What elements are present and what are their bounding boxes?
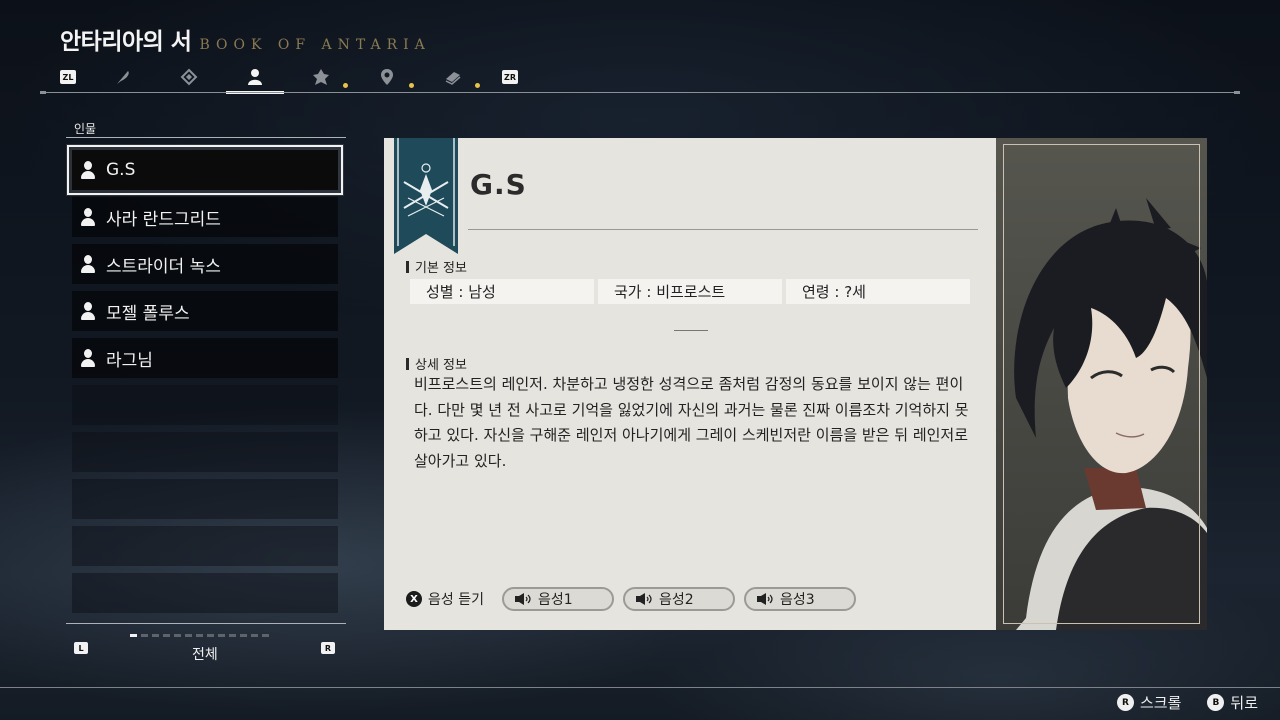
- person-icon: [80, 255, 96, 273]
- zr-button-icon[interactable]: ZR: [502, 70, 518, 84]
- tab-divider: [40, 91, 1240, 94]
- tab-crest[interactable]: [292, 62, 350, 92]
- voice-controls: X 음성 듣기 음성1 음성2 음성3: [406, 587, 859, 611]
- page-dot: [141, 634, 148, 637]
- new-indicator: [409, 83, 414, 88]
- list-item[interactable]: 모젤 폴루스: [72, 291, 338, 331]
- age-field: 연령 : ?세: [786, 279, 970, 304]
- empty-slot: [72, 385, 338, 425]
- section-divider: [674, 330, 708, 331]
- page-dot: [229, 634, 236, 637]
- page-dot: [152, 634, 159, 637]
- emblem-banner: [394, 138, 458, 254]
- nation-field: 국가 : 비프로스트: [598, 279, 782, 304]
- right-stick-icon[interactable]: R: [1116, 694, 1134, 711]
- list-item-label: 사라 란드그리드: [106, 209, 221, 230]
- voice-button-label: 음성3: [779, 592, 815, 608]
- basic-info-row: 성별 : 남성 국가 : 비프로스트 연령 : ?세: [410, 279, 970, 304]
- book-icon: [445, 72, 461, 85]
- button-hints: R 스크롤 B 뒤로: [1116, 692, 1258, 713]
- r-button-icon[interactable]: R: [321, 642, 335, 654]
- detail-info-heading: 상세 정보: [406, 354, 467, 373]
- tab-map[interactable]: [358, 62, 416, 92]
- page-subtitle: BOOK OF ANTARIA: [199, 37, 431, 53]
- crest-icon: [313, 69, 329, 85]
- empty-slot: [72, 526, 338, 566]
- page-dot: [218, 634, 225, 637]
- person-icon: [80, 208, 96, 226]
- scroll-hint: 스크롤: [1139, 694, 1182, 712]
- tab-feather[interactable]: [94, 62, 152, 92]
- page-dot: [251, 634, 258, 637]
- character-description: 비프로스트의 레인저. 차분하고 냉정한 성격으로 좀처럼 감정의 동요를 보이…: [414, 375, 969, 470]
- person-icon: [80, 349, 96, 367]
- character-portrait: [996, 138, 1207, 630]
- empty-slot: [72, 432, 338, 472]
- gender-field: 성별 : 남성: [410, 279, 594, 304]
- page-indicator: [130, 634, 269, 637]
- header-title: 안타리아의 서 BOOK OF ANTARIA: [60, 22, 431, 56]
- list-top-divider: [66, 137, 346, 138]
- list-category-label: 인물: [74, 122, 97, 136]
- page-dot: [207, 634, 214, 637]
- list-item-label: 모젤 폴루스: [106, 303, 190, 324]
- voice-button-2[interactable]: 음성2: [622, 587, 735, 611]
- list-item[interactable]: G.S: [67, 145, 343, 195]
- back-hint[interactable]: 뒤로: [1230, 692, 1258, 713]
- list-item[interactable]: 스트라이더 녹스: [72, 244, 338, 284]
- page-dot: [185, 634, 192, 637]
- character-list: G.S 사라 란드그리드 스트라이더 녹스 모젤 폴루스 라그님: [67, 145, 343, 613]
- x-button-icon[interactable]: X: [406, 591, 422, 607]
- zl-button-icon[interactable]: ZL: [60, 70, 76, 84]
- list-item[interactable]: 사라 란드그리드: [72, 197, 338, 237]
- list-bottom-divider: [66, 623, 346, 624]
- detail-info-title: 상세 정보: [415, 358, 467, 373]
- page-dot: [174, 634, 181, 637]
- new-indicator: [475, 83, 480, 88]
- filter-label[interactable]: 전체: [192, 644, 218, 664]
- empty-slot: [72, 573, 338, 613]
- list-item[interactable]: 라그님: [72, 338, 338, 378]
- page-dot: [163, 634, 170, 637]
- page-dot: [196, 634, 203, 637]
- diamond-icon: [180, 68, 198, 86]
- feather-icon: [117, 71, 129, 84]
- person-icon: [248, 69, 262, 85]
- person-icon: [80, 302, 96, 320]
- empty-slot: [72, 479, 338, 519]
- b-button-icon[interactable]: B: [1207, 694, 1225, 711]
- speaker-icon: [756, 593, 773, 605]
- tab-diamond[interactable]: [160, 62, 218, 92]
- portrait-frame: [1003, 144, 1200, 624]
- list-item-label: 스트라이더 녹스: [106, 256, 221, 277]
- character-name: G.S: [470, 168, 527, 201]
- character-detail-card: G.S 기본 정보 성별 : 남성 국가 : 비프로스트 연령 : ?세 상세 …: [384, 138, 996, 630]
- page-dot: [262, 634, 269, 637]
- page-title: 안타리아의 서: [60, 29, 192, 55]
- page-dot: [130, 634, 137, 637]
- voice-button-3[interactable]: 음성3: [743, 587, 856, 611]
- voice-button-label: 음성1: [537, 592, 573, 608]
- list-item-label: 라그님: [106, 350, 153, 371]
- page-dot: [240, 634, 247, 637]
- voice-listen-label: 음성 듣기: [428, 592, 484, 608]
- map-pin-icon: [381, 69, 393, 85]
- tab-characters[interactable]: [226, 62, 284, 94]
- person-icon: [80, 161, 96, 179]
- l-button-icon[interactable]: L: [74, 642, 88, 654]
- voice-button-label: 음성2: [658, 592, 694, 608]
- basic-info-title: 기본 정보: [415, 261, 467, 276]
- voice-button-1[interactable]: 음성1: [501, 587, 614, 611]
- speaker-icon: [635, 593, 652, 605]
- footer-divider: [0, 687, 1280, 688]
- category-tabs: ZL ZR: [52, 60, 1232, 94]
- tab-book[interactable]: [424, 62, 482, 92]
- list-item-label: G.S: [106, 160, 136, 180]
- speaker-icon: [514, 593, 531, 605]
- basic-info-heading: 기본 정보: [406, 257, 467, 276]
- new-indicator: [343, 83, 348, 88]
- name-divider: [468, 229, 978, 230]
